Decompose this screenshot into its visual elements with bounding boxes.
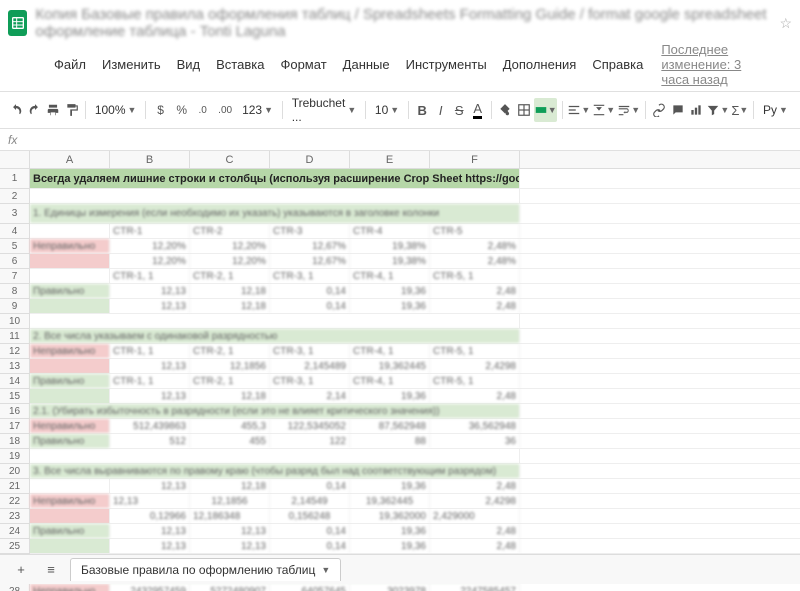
fx-label: fx <box>8 133 17 147</box>
functions-button[interactable]: Σ▼ <box>731 98 748 122</box>
row-header-20[interactable]: 20 <box>0 464 30 479</box>
col-header-d[interactable]: D <box>270 151 350 168</box>
menu-data[interactable]: Данные <box>337 55 396 74</box>
row-header-15[interactable]: 15 <box>0 389 30 404</box>
row-header-24[interactable]: 24 <box>0 524 30 539</box>
row-header-19[interactable]: 19 <box>0 449 30 464</box>
font-size-dropdown[interactable]: 10▼ <box>371 103 403 117</box>
row-header-9[interactable]: 9 <box>0 299 30 314</box>
menu-view[interactable]: Вид <box>171 55 207 74</box>
valign-button[interactable]: ▼ <box>592 98 615 122</box>
cell-a1[interactable]: Всегда удаляем лишние строки и столбцы (… <box>30 169 520 188</box>
cells-area[interactable]: Всегда удаляем лишние строки и столбцы (… <box>30 169 800 591</box>
menu-help[interactable]: Справка <box>586 55 649 74</box>
row-header-7[interactable]: 7 <box>0 269 30 284</box>
merge-button[interactable]: ▼ <box>534 98 557 122</box>
row-header-22[interactable]: 22 <box>0 494 30 509</box>
row-header-16[interactable]: 16 <box>0 404 30 419</box>
row-header-21[interactable]: 21 <box>0 479 30 494</box>
row-header-10[interactable]: 10 <box>0 314 30 329</box>
toolbar: 100%▼ $ % .0 .00 123▼ Trebuchet ...▼ 10▼… <box>0 91 800 129</box>
row-header-23[interactable]: 23 <box>0 509 30 524</box>
row-header-25[interactable]: 25 <box>0 539 30 554</box>
italic-button[interactable]: I <box>432 98 449 122</box>
row-header-13[interactable]: 13 <box>0 359 30 374</box>
row-header-3[interactable]: 3 <box>0 204 30 224</box>
currency-button[interactable]: $ <box>151 98 170 122</box>
select-all-corner[interactable] <box>0 151 30 168</box>
bold-button[interactable]: B <box>414 98 431 122</box>
menu-tools[interactable]: Инструменты <box>400 55 493 74</box>
text-color-button[interactable]: A <box>469 98 486 122</box>
chart-button[interactable] <box>688 98 705 122</box>
row-header-8[interactable]: 8 <box>0 284 30 299</box>
add-sheet-button[interactable]: + <box>10 559 32 581</box>
decrease-decimal-button[interactable]: .0 <box>193 98 212 122</box>
row-header-4[interactable]: 4 <box>0 224 30 239</box>
last-change-link[interactable]: Последнее изменение: 3 часа назад <box>661 42 752 87</box>
undo-icon[interactable] <box>8 98 25 122</box>
section-2-1-header[interactable]: 2.1. (Убирать избыточность в разрядности… <box>30 404 520 418</box>
align-button[interactable]: ▼ <box>567 98 590 122</box>
row-headers: 1234567891011121314151617181920212223242… <box>0 169 30 591</box>
star-icon[interactable]: ☆ <box>779 15 792 32</box>
section-2-header[interactable]: 2. Все числа указываем с одинаковой разр… <box>30 329 520 343</box>
print-icon[interactable] <box>45 98 62 122</box>
zoom-dropdown[interactable]: 100%▼ <box>91 103 141 117</box>
all-sheets-button[interactable]: ≡ <box>40 559 62 581</box>
menu-edit[interactable]: Изменить <box>96 55 167 74</box>
row-header-28[interactable]: 28 <box>0 584 30 591</box>
row-header-5[interactable]: 5 <box>0 239 30 254</box>
font-dropdown[interactable]: Trebuchet ...▼ <box>288 96 361 124</box>
row-header-6[interactable]: 6 <box>0 254 30 269</box>
percent-button[interactable]: % <box>172 98 191 122</box>
redo-icon[interactable] <box>27 98 44 122</box>
sheets-logo-icon <box>8 10 27 36</box>
script-dropdown[interactable]: Py▼ <box>759 103 792 117</box>
col-header-c[interactable]: C <box>190 151 270 168</box>
col-header-f[interactable]: F <box>430 151 520 168</box>
paint-format-icon[interactable] <box>64 98 81 122</box>
borders-button[interactable] <box>515 98 532 122</box>
row-header-11[interactable]: 11 <box>0 329 30 344</box>
document-title[interactable]: Копия Базовые правила оформления таблиц … <box>35 6 771 40</box>
link-button[interactable] <box>651 98 668 122</box>
row-header-14[interactable]: 14 <box>0 374 30 389</box>
row-header-12[interactable]: 12 <box>0 344 30 359</box>
row-header-17[interactable]: 17 <box>0 419 30 434</box>
col-header-a[interactable]: A <box>30 151 110 168</box>
number-format-dropdown[interactable]: 123▼ <box>238 103 277 117</box>
menu-file[interactable]: Файл <box>48 55 92 74</box>
strike-button[interactable]: S <box>451 98 468 122</box>
col-header-e[interactable]: E <box>350 151 430 168</box>
row-header-1[interactable]: 1 <box>0 169 30 189</box>
menu-format[interactable]: Формат <box>274 55 332 74</box>
formula-input[interactable] <box>25 132 792 147</box>
col-header-b[interactable]: B <box>110 151 190 168</box>
fill-color-button[interactable] <box>497 98 514 122</box>
section-1-header[interactable]: 1. Единицы измерения (если необходимо их… <box>30 204 520 223</box>
section-3-header[interactable]: 3. Все числа выравниваются по правому кр… <box>30 464 520 478</box>
menu-insert[interactable]: Вставка <box>210 55 270 74</box>
wrap-button[interactable]: ▼ <box>617 98 640 122</box>
row-header-2[interactable]: 2 <box>0 189 30 204</box>
menu-addons[interactable]: Дополнения <box>497 55 583 74</box>
increase-decimal-button[interactable]: .00 <box>214 98 236 122</box>
comment-button[interactable] <box>669 98 686 122</box>
row-header-18[interactable]: 18 <box>0 434 30 449</box>
filter-button[interactable]: ▼ <box>706 98 729 122</box>
sheet-tab-active[interactable]: Базовые правила по оформлению таблиц▼ <box>70 558 341 581</box>
